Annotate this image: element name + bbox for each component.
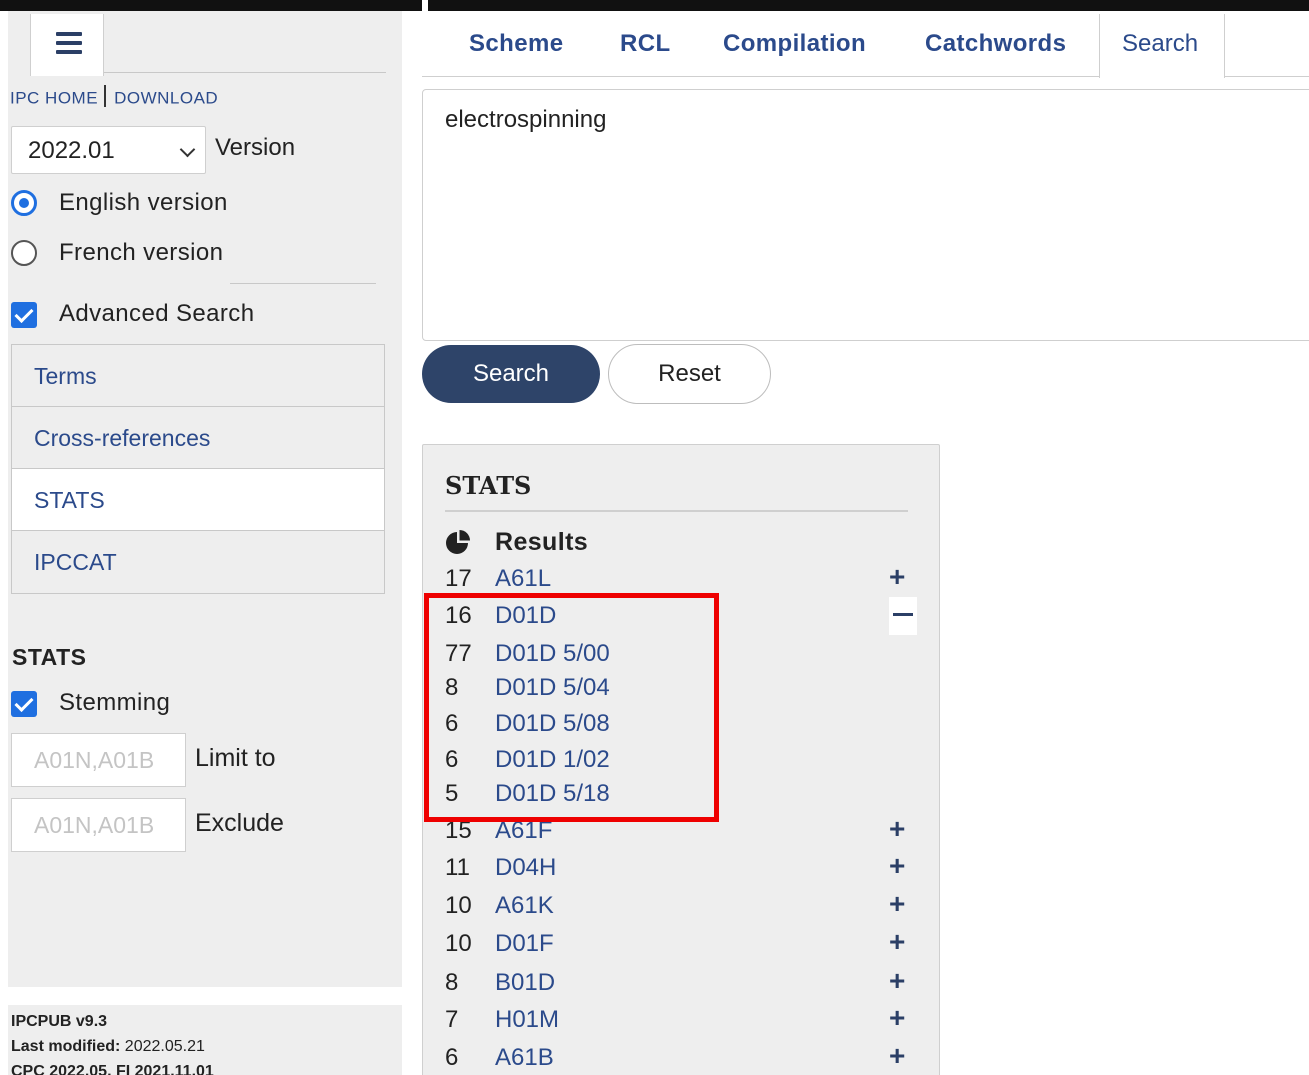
result-code-link[interactable]: B01D xyxy=(495,969,555,997)
stats-panel-title: STATS xyxy=(445,471,532,500)
result-code-link[interactable]: A61B xyxy=(495,1044,554,1072)
result-row: 10 D01F + xyxy=(423,928,939,966)
english-version-radio[interactable] xyxy=(11,190,37,216)
result-row: 7 H01M + xyxy=(423,1004,939,1042)
advanced-search-checkbox[interactable] xyxy=(11,302,37,328)
sidebar-divider xyxy=(104,72,386,73)
hamburger-menu-icon xyxy=(56,32,82,54)
sidebar-divider xyxy=(230,283,376,284)
highlight-box xyxy=(424,593,719,822)
app-version: IPCPUB v9.3 xyxy=(11,1013,108,1030)
chevron-down-icon xyxy=(179,141,196,158)
advanced-search-tabs: Terms Cross-references STATS IPCCAT xyxy=(11,344,385,594)
tab-scheme[interactable]: Scheme xyxy=(469,30,563,58)
result-count: 6 xyxy=(445,1044,459,1071)
expand-plus-icon[interactable]: + xyxy=(889,1004,905,1032)
tab-compilation[interactable]: Compilation xyxy=(723,30,866,58)
top-bar-right xyxy=(428,0,1309,11)
result-code-link[interactable]: H01M xyxy=(495,1006,559,1034)
ipc-home-link[interactable]: IPC HOME xyxy=(10,88,98,107)
result-code-link[interactable]: D01F xyxy=(495,930,554,958)
tab-rcl[interactable]: RCL xyxy=(620,30,671,58)
result-row: 11 D04H + xyxy=(423,852,939,890)
result-code-link[interactable]: A61L xyxy=(495,565,551,593)
sidebar-footer: IPCPUB v9.3 Last modified: 2022.05.21 CP… xyxy=(8,1005,402,1075)
expand-plus-icon[interactable]: + xyxy=(889,890,905,918)
last-modified-label: Last modified: xyxy=(11,1038,121,1055)
last-modified-value: 2022.05.21 xyxy=(124,1038,205,1055)
tab-search[interactable]: Search xyxy=(1099,14,1225,78)
result-count: 7 xyxy=(445,1006,459,1033)
limit-to-input[interactable]: A01N,A01B xyxy=(11,733,186,787)
version-value: 2022.01 xyxy=(28,137,115,164)
advanced-search-label: Advanced Search xyxy=(59,300,255,327)
expand-plus-icon[interactable]: + xyxy=(889,815,905,843)
french-version-radio[interactable] xyxy=(11,240,37,266)
search-query-input[interactable]: electrospinning xyxy=(422,89,1309,341)
reset-button[interactable]: Reset xyxy=(608,344,771,404)
tab-stats[interactable]: STATS xyxy=(12,469,384,531)
sidebar-links: IPC HOME DOWNLOAD xyxy=(10,85,218,110)
expand-plus-icon[interactable]: + xyxy=(889,563,905,591)
expand-plus-icon[interactable]: + xyxy=(889,928,905,956)
last-modified: Last modified: 2022.05.21 xyxy=(11,1034,402,1059)
exclude-input[interactable]: A01N,A01B xyxy=(11,798,186,852)
download-link[interactable]: DOWNLOAD xyxy=(114,88,218,107)
english-version-label: English version xyxy=(59,189,228,216)
result-code-link[interactable]: D04H xyxy=(495,854,556,882)
results-label: Results xyxy=(495,528,589,556)
result-count: 17 xyxy=(445,565,472,592)
tab-ipccat[interactable]: IPCCAT xyxy=(12,531,384,593)
result-count: 8 xyxy=(445,969,459,996)
search-button[interactable]: Search xyxy=(422,345,600,403)
result-row: 10 A61K + xyxy=(423,890,939,928)
result-row: 8 B01D + xyxy=(423,967,939,1005)
stats-panel-divider xyxy=(445,510,908,512)
result-row: 15 A61F + xyxy=(423,815,939,853)
result-code-link[interactable]: A61K xyxy=(495,892,554,920)
cpc-version: CPC 2022.05, FI 2021.11.01 xyxy=(11,1063,214,1075)
tab-catchwords[interactable]: Catchwords xyxy=(925,30,1066,58)
version-label: Version xyxy=(215,134,296,161)
tab-cross-references[interactable]: Cross-references xyxy=(12,407,384,469)
exclude-label: Exclude xyxy=(195,809,284,837)
tab-terms[interactable]: Terms xyxy=(12,345,384,407)
limit-to-label: Limit to xyxy=(195,744,276,772)
result-count: 10 xyxy=(445,930,472,957)
pie-chart-icon xyxy=(446,530,470,554)
french-version-label: French version xyxy=(59,239,224,266)
result-count: 10 xyxy=(445,892,472,919)
top-bar-left xyxy=(0,0,422,11)
expand-plus-icon[interactable]: + xyxy=(889,1042,905,1070)
stemming-label: Stemming xyxy=(59,689,171,716)
result-count: 11 xyxy=(445,854,470,881)
menu-button[interactable] xyxy=(30,14,104,76)
stemming-checkbox[interactable] xyxy=(11,691,37,717)
stats-section-title: STATS xyxy=(12,644,87,670)
expand-plus-icon[interactable]: + xyxy=(889,852,905,880)
link-separator xyxy=(104,85,107,107)
version-select[interactable]: 2022.01 xyxy=(11,126,206,174)
expand-plus-icon[interactable]: + xyxy=(889,967,905,995)
result-row: 6 A61B + xyxy=(423,1042,939,1075)
